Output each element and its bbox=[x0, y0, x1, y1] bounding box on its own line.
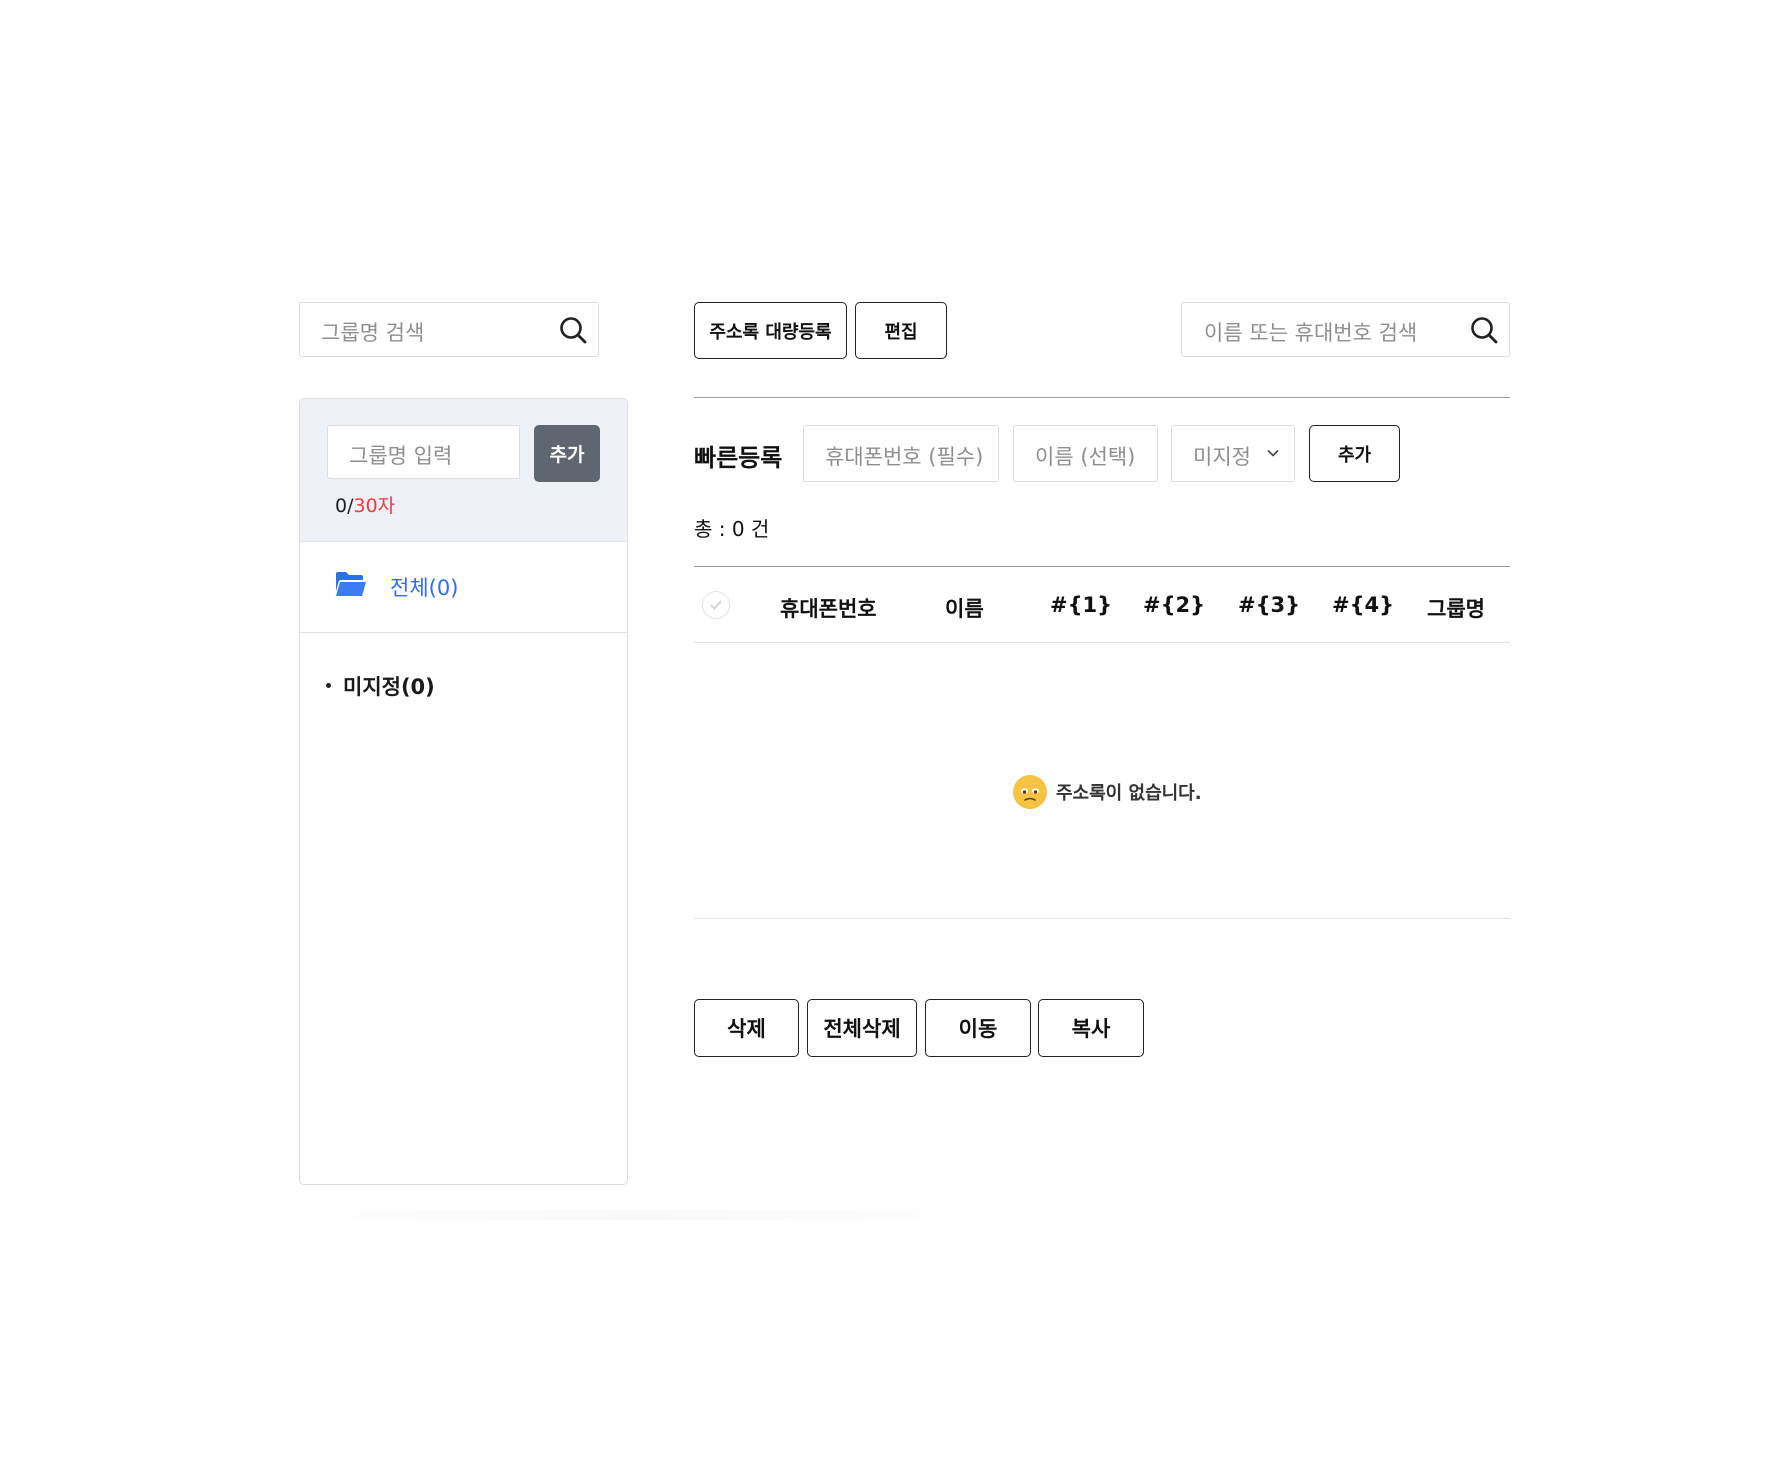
divider bbox=[694, 918, 1510, 919]
search-icon[interactable] bbox=[558, 315, 588, 345]
move-button[interactable]: 이동 bbox=[925, 999, 1031, 1057]
contact-search-input[interactable]: 이름 또는 휴대번호 검색 bbox=[1181, 302, 1510, 357]
column-header-var1: #{1} bbox=[1050, 593, 1113, 617]
group-item-label: 미지정(0) bbox=[343, 675, 435, 699]
column-header-var4: #{4} bbox=[1332, 593, 1395, 617]
bulk-register-button[interactable]: 주소록 대량등록 bbox=[694, 302, 847, 359]
quick-name-input[interactable]: 이름 (선택) bbox=[1013, 425, 1158, 482]
column-header-name: 이름 bbox=[945, 597, 984, 621]
group-search-input[interactable]: 그룹명 검색 bbox=[299, 302, 599, 357]
sad-face-icon bbox=[1013, 775, 1047, 809]
quick-register-label: 빠른등록 bbox=[694, 444, 783, 472]
search-icon[interactable] bbox=[1469, 315, 1499, 345]
char-count-max: 30자 bbox=[353, 495, 396, 517]
column-header-phone: 휴대폰번호 bbox=[780, 597, 877, 621]
check-icon bbox=[710, 600, 722, 610]
column-header-group: 그룹명 bbox=[1427, 597, 1485, 621]
delete-all-button[interactable]: 전체삭제 bbox=[807, 999, 917, 1057]
quick-phone-input[interactable]: 휴대폰번호 (필수) bbox=[803, 425, 999, 482]
add-group-button[interactable]: 추가 bbox=[534, 425, 600, 482]
table-header: 휴대폰번호 이름 #{1} #{2} #{3} #{4} 그룹명 bbox=[694, 566, 1510, 643]
chevron-down-icon bbox=[1267, 449, 1279, 457]
empty-message: 주소록이 없습니다. bbox=[1056, 783, 1202, 804]
divider bbox=[694, 397, 1510, 398]
quick-name-placeholder: 이름 (선택) bbox=[1035, 445, 1136, 469]
group-search-placeholder: 그룹명 검색 bbox=[321, 321, 425, 345]
quick-add-button[interactable]: 추가 bbox=[1309, 425, 1400, 482]
quick-group-select[interactable]: 미지정 bbox=[1171, 425, 1295, 482]
group-item-unassigned[interactable]: 미지정(0) bbox=[326, 671, 435, 701]
edit-button[interactable]: 편집 bbox=[855, 302, 947, 359]
delete-button[interactable]: 삭제 bbox=[694, 999, 799, 1057]
bullet-icon bbox=[326, 682, 331, 688]
quick-group-selected: 미지정 bbox=[1193, 445, 1251, 469]
group-panel: 그룹명 입력 추가 0/30자 전체(0) 미지정(0) bbox=[299, 398, 628, 1185]
contact-search-placeholder: 이름 또는 휴대번호 검색 bbox=[1204, 321, 1418, 345]
group-name-placeholder: 그룹명 입력 bbox=[349, 444, 453, 468]
select-all-checkbox[interactable] bbox=[702, 591, 730, 619]
group-item-all-label: 전체(0) bbox=[390, 576, 459, 600]
empty-state: 주소록이 없습니다. bbox=[1012, 774, 1202, 810]
column-header-var2: #{2} bbox=[1143, 593, 1206, 617]
group-item-all[interactable]: 전체(0) bbox=[300, 542, 627, 633]
copy-button[interactable]: 복사 bbox=[1038, 999, 1144, 1057]
group-name-input[interactable]: 그룹명 입력 bbox=[327, 425, 520, 479]
quick-phone-placeholder: 휴대폰번호 (필수) bbox=[825, 445, 984, 469]
group-add-section: 그룹명 입력 추가 0/30자 bbox=[300, 399, 627, 542]
total-count: 총 : 0 건 bbox=[694, 517, 770, 541]
bottom-shadow bbox=[258, 1210, 1018, 1220]
group-name-char-count: 0/30자 bbox=[335, 491, 395, 518]
char-count-current: 0/ bbox=[335, 495, 354, 517]
column-header-var3: #{3} bbox=[1238, 593, 1301, 617]
folder-open-icon bbox=[336, 572, 366, 596]
